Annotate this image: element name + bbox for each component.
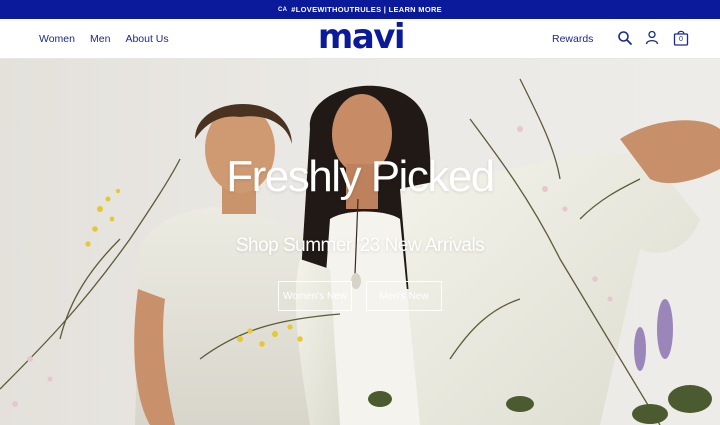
hero-banner[interactable]: Freshly Picked Shop Summer '23 New Arriv… [0,59,720,425]
rewards-link-wrap: Rewards [552,19,593,59]
cart-icon[interactable]: 0 [673,29,689,46]
site-header: Women Men About Us mavi Rewards 0 [0,19,720,59]
search-icon[interactable] [617,30,633,46]
nav-about-us[interactable]: About Us [125,33,168,45]
cart-count: 0 [679,36,683,43]
announcement-text[interactable]: #LOVEWITHOUTRULES | LEARN MORE [291,5,442,14]
nav-women[interactable]: Women [39,33,75,45]
brand-logo[interactable]: mavi [315,20,407,54]
womens-new-button[interactable]: Women's New [278,281,352,311]
region-label: CA [278,6,288,13]
hero-subtitle: Shop Summer '23 New Arrivals [235,235,485,256]
main-nav: Women Men About Us [39,19,169,59]
rewards-link[interactable]: Rewards [552,33,593,45]
hero-title: Freshly Picked [226,152,495,201]
nav-men[interactable]: Men [90,33,110,45]
mens-new-button[interactable]: Men's New [366,281,442,311]
account-icon[interactable] [644,30,660,46]
